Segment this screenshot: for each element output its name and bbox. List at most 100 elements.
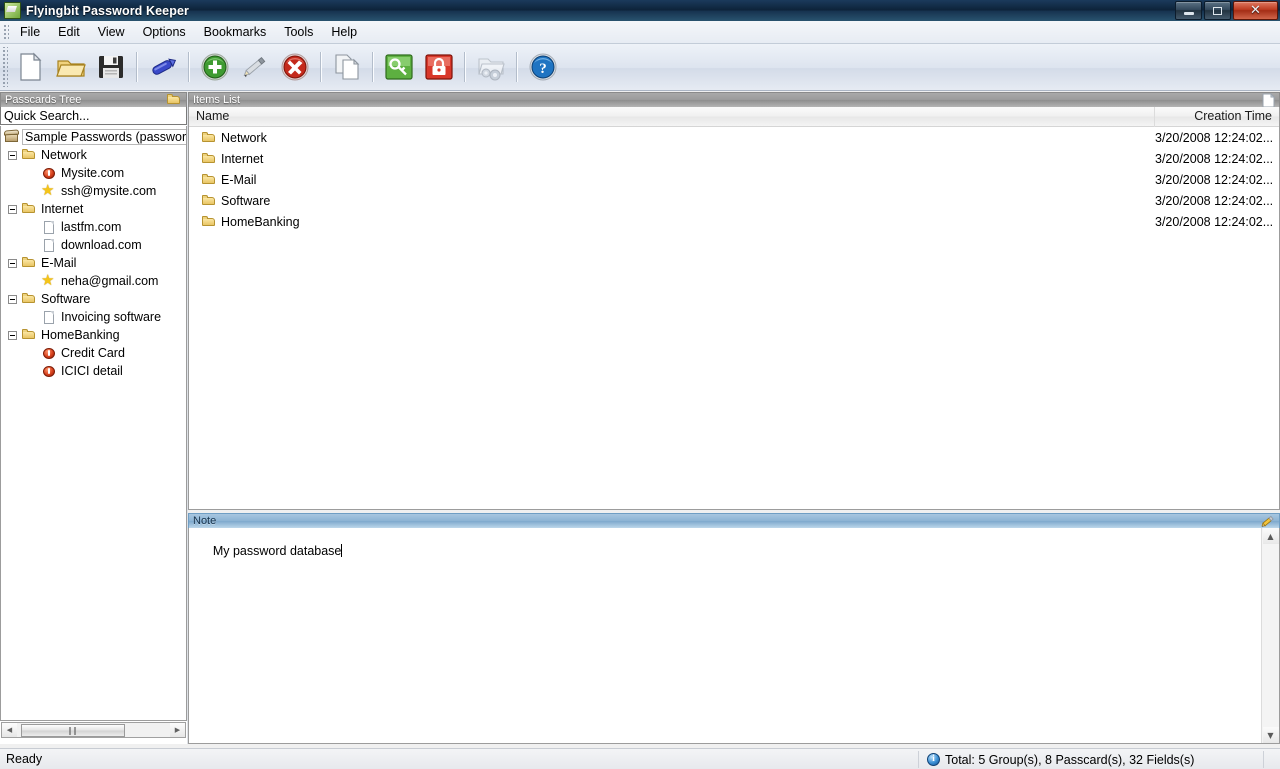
tree-node-mysite-com[interactable]: Mysite.com [1,164,186,182]
tree-node-label: Software [41,292,91,306]
tree-node-network[interactable]: Network [1,146,186,164]
note-text-value: My password database [212,544,342,558]
folder-icon [21,327,37,343]
folder-gear-icon [478,58,505,81]
close-icon: ✕ [1250,3,1261,18]
app-logo-icon [4,2,21,19]
menu-bookmarks[interactable]: Bookmarks [195,22,276,42]
table-row[interactable]: Software 3/20/2008 12:24:02... [189,190,1279,211]
table-row[interactable]: E-Mail 3/20/2008 12:24:02... [189,169,1279,190]
save-database-button[interactable] [91,46,131,88]
edit-item-button[interactable] [235,46,275,88]
document-icon [41,219,57,235]
collapse-toggle[interactable] [8,330,17,340]
add-item-button[interactable] [195,46,235,88]
blue-marker-icon [152,58,177,75]
scroll-left-arrow[interactable]: ◀ [2,723,17,737]
passcard-icon [41,165,57,181]
note-text-area[interactable]: My password database [189,528,1261,743]
collapse-toggle[interactable] [8,294,17,304]
scroll-thumb[interactable]: ‖‖ [21,723,125,737]
toolbar-separator [320,52,322,82]
collapse-toggle[interactable] [8,204,17,214]
quick-search-text: Quick Search... [4,108,90,123]
column-header-creation-time[interactable]: Creation Time [1155,107,1279,127]
delete-item-button[interactable] [275,46,315,88]
open-database-button[interactable] [51,46,91,88]
menu-help[interactable]: Help [322,22,366,42]
folder-icon [201,172,217,188]
close-button[interactable]: ✕ [1233,1,1278,20]
new-database-button[interactable] [11,46,51,88]
table-row[interactable]: Network 3/20/2008 12:24:02... [189,127,1279,148]
column-header-name[interactable]: Name [189,107,1155,127]
tree-node-download-com[interactable]: download.com [1,236,186,254]
note-panel-title: Note [193,515,217,527]
tree-node-credit-card[interactable]: Credit Card [1,344,186,362]
tree-node-label: HomeBanking [41,328,120,342]
status-totals-text: Total: 5 Group(s), 8 Passcard(s), 32 Fie… [945,752,1195,767]
toolbar-drag-grip[interactable] [1,47,8,87]
copy-button[interactable] [327,46,367,88]
restore-button[interactable] [1204,1,1231,20]
menu-edit[interactable]: Edit [49,22,89,42]
note-vertical-scrollbar[interactable]: ▲ ▼ [1261,528,1279,743]
scroll-right-arrow[interactable]: ▶ [170,723,185,737]
tree-node-label: download.com [61,238,142,252]
pencil-icon[interactable] [1260,514,1276,529]
folder-icon [21,255,37,271]
tree-view[interactable]: Sample Passwords (password Network Mysit… [0,126,187,721]
item-name-label: HomeBanking [221,214,300,229]
item-name-cell: Internet [189,151,1155,167]
status-message: Ready [6,752,43,766]
tree-node-ssh-mysite-com[interactable]: ssh@mysite.com [1,181,186,200]
scroll-down-arrow[interactable]: ▼ [1262,727,1279,743]
text-caret [341,544,343,557]
help-button[interactable]: ? [523,46,563,88]
tree-node-software[interactable]: Software [1,290,186,308]
star-icon [41,271,57,289]
tree-node-label: Network [41,148,87,162]
item-name-cell: E-Mail [189,172,1155,188]
menubar-drag-grip[interactable] [2,23,9,41]
table-row[interactable]: HomeBanking 3/20/2008 12:24:02... [189,211,1279,232]
tree-node-icici-detail[interactable]: ICICI detail [1,362,186,380]
save-floppy-icon [99,56,123,78]
items-panel-title: Items List [193,94,241,106]
tree-node-homebanking[interactable]: HomeBanking [1,326,186,344]
rename-button[interactable] [143,46,183,88]
items-list-view[interactable]: Name Creation Time Network 3/20/2008 12:… [188,107,1280,510]
collapse-toggle[interactable] [8,150,17,160]
green-key-icon [385,54,413,80]
red-lock-icon [425,54,453,80]
toolbar-separator [516,52,518,82]
settings-button[interactable] [471,46,511,88]
menu-view[interactable]: View [89,22,134,42]
collapse-toggle[interactable] [8,258,17,268]
item-name-label: Network [221,130,267,145]
menu-tools[interactable]: Tools [275,22,322,42]
menu-options[interactable]: Options [134,22,195,42]
tree-node-invoicing-software[interactable]: Invoicing software [1,308,186,326]
tree-node-label: ssh@mysite.com [61,184,157,198]
title-bar: Flyingbit Password Keeper ✕ [0,0,1280,21]
tree-horizontal-scrollbar[interactable]: ◀ ‖‖ ▶ [1,722,186,738]
scroll-up-arrow[interactable]: ▲ [1262,528,1279,544]
window-controls: ✕ [1175,1,1278,20]
note-editor[interactable]: My password database ▲ ▼ [188,528,1280,744]
tree-node-sample-passwords[interactable]: Sample Passwords (password [1,128,186,146]
tree-node-lastfm-com[interactable]: lastfm.com [1,218,186,236]
table-row[interactable]: Internet 3/20/2008 12:24:02... [189,148,1279,169]
toolbar-separator [464,52,466,82]
menu-file[interactable]: File [11,22,49,42]
tree-node-internet[interactable]: Internet [1,200,186,218]
lock-button[interactable] [419,46,459,88]
generate-password-button[interactable] [379,46,419,88]
tree-node-e-mail[interactable]: E-Mail [1,254,186,272]
info-icon [927,753,940,766]
quick-search-input[interactable]: Quick Search... [0,107,187,125]
window-title: Flyingbit Password Keeper [26,3,189,18]
minimize-button[interactable] [1175,1,1202,20]
svg-text:?: ? [539,61,547,77]
tree-node-neha-gmail-com[interactable]: neha@gmail.com [1,271,186,290]
